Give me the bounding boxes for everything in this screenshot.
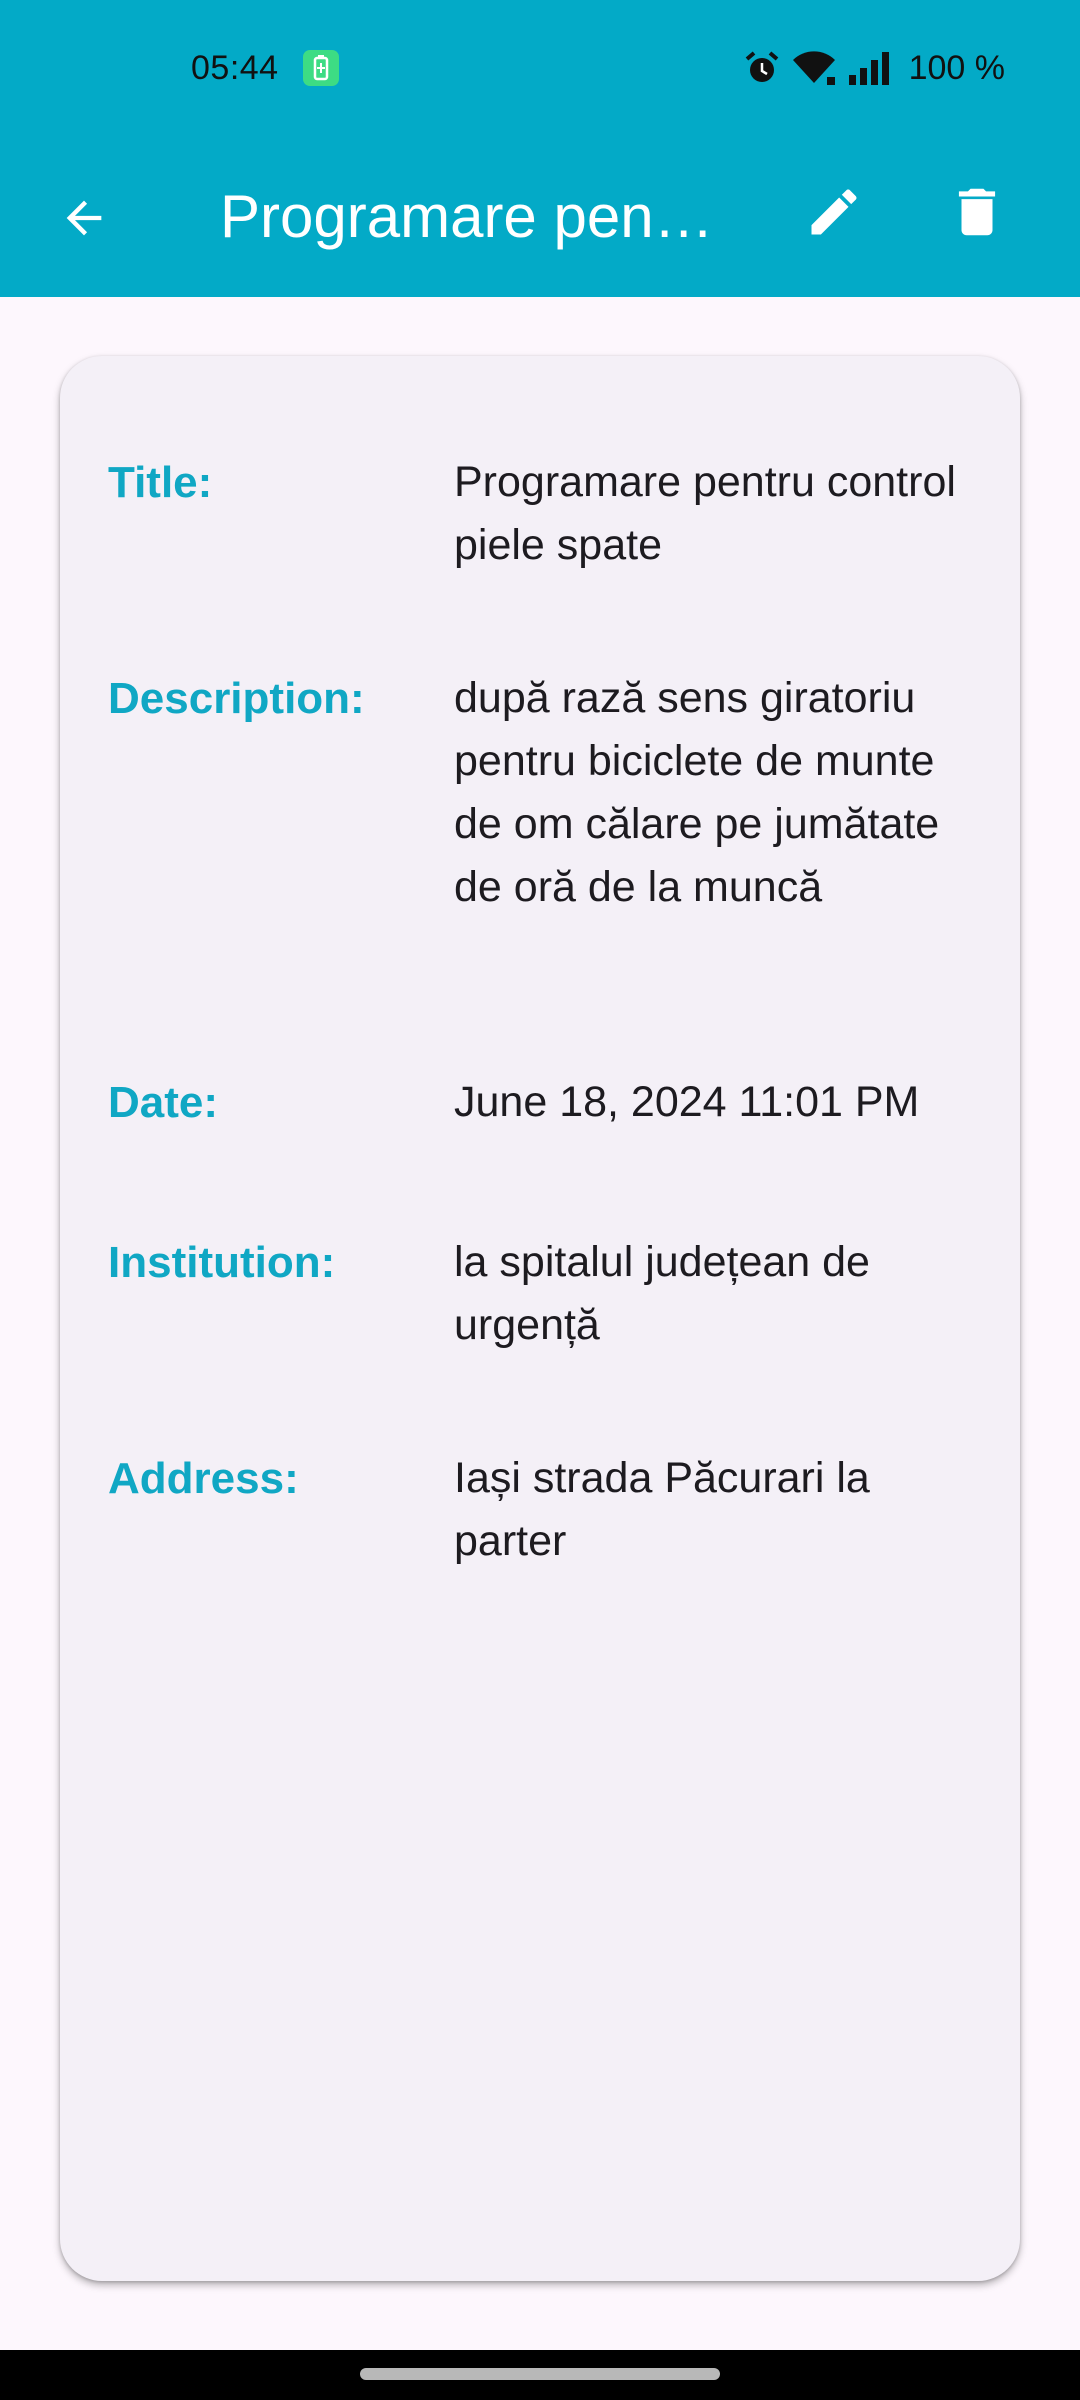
title-value: Programare pentru control piele spate	[454, 458, 956, 569]
status-bar: 05:44 100 %	[0, 0, 1080, 138]
trash-icon	[958, 188, 996, 236]
description-value: după rază sens giratoriu pentru biciclet…	[454, 674, 940, 911]
status-time: 05:44	[191, 49, 279, 87]
arrow-back-icon	[66, 200, 102, 236]
date-label: Date:	[108, 1078, 219, 1127]
address-label: Address:	[108, 1454, 299, 1503]
title-label: Title:	[108, 458, 213, 507]
edit-button[interactable]	[792, 170, 876, 254]
signal-icon	[847, 49, 893, 87]
institution-label: Institution:	[108, 1238, 336, 1287]
home-indicator[interactable]	[360, 2368, 720, 2380]
date-value: June 18, 2024 11:01 PM	[454, 1078, 920, 1126]
description-label: Description:	[108, 674, 365, 723]
wifi-icon	[791, 49, 837, 87]
address-value: Iași strada Păcurari la parter	[454, 1454, 870, 1565]
top-app-area: 05:44 100 % Programare pentru	[0, 0, 1080, 297]
page-title: Programare pentru control piele spate	[220, 183, 720, 250]
app-bar: Programare pentru control piele spate	[0, 138, 1080, 297]
gesture-navigation-bar	[0, 2350, 1080, 2400]
delete-button[interactable]	[935, 170, 1019, 254]
status-icons: 100 %	[743, 46, 1005, 90]
appointment-details-card: Title: Programare pentru control piele s…	[60, 356, 1020, 2281]
back-button[interactable]	[42, 176, 126, 260]
institution-value: la spitalul județean de urgență	[454, 1238, 870, 1349]
pencil-icon	[811, 189, 857, 235]
alarm-icon	[743, 49, 781, 87]
battery-percent: 100 %	[908, 49, 1005, 87]
battery-saver-icon	[303, 50, 339, 86]
